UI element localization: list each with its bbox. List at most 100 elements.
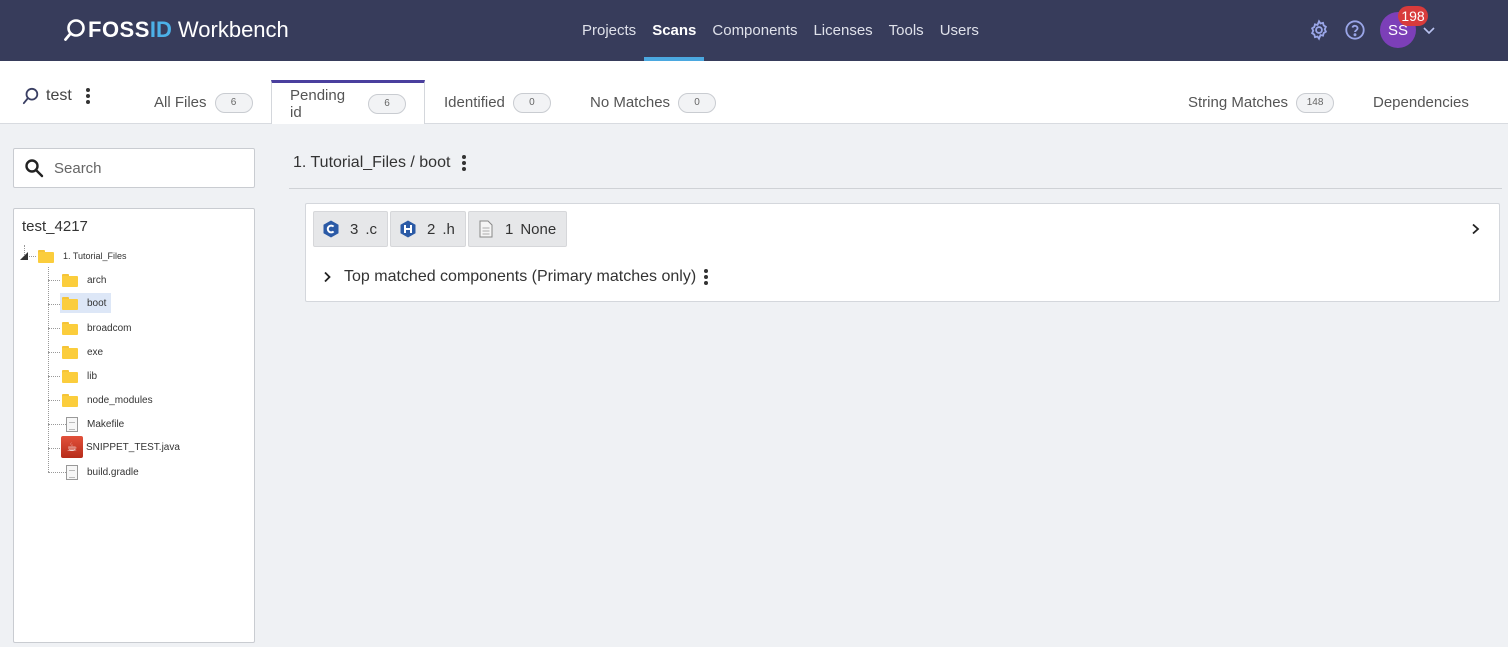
top-matched-components-toggle[interactable]: Top matched components (Primary matches …: [322, 268, 709, 286]
logo-id-text: ID: [149, 17, 172, 42]
nav-users[interactable]: Users: [932, 0, 987, 61]
collapse-toggle-icon[interactable]: [20, 252, 28, 260]
tree-connector: [48, 280, 60, 281]
question-circle-icon[interactable]: [1342, 17, 1368, 43]
tree-node-label: broadcom: [87, 322, 132, 334]
tree-node-label: boot: [84, 295, 110, 311]
tab-label: Dependencies: [1373, 94, 1469, 111]
scan-title: test: [22, 87, 90, 105]
extension-chip-none[interactable]: 1 None: [468, 211, 568, 247]
nav-projects[interactable]: Projects: [574, 0, 644, 61]
scan-search-icon: [22, 87, 39, 105]
tab-count: 0: [678, 92, 717, 113]
extension-name: None: [520, 220, 557, 238]
tab-label: Identified: [444, 94, 505, 111]
tree-connector: [48, 448, 60, 449]
search-icon: [25, 159, 44, 178]
tab-count: 6: [368, 93, 406, 114]
tree-node-label: SNIPPET_TEST.java: [86, 441, 180, 453]
notification-badge: 198: [1398, 6, 1428, 26]
nav-licenses[interactable]: Licenses: [805, 0, 880, 61]
tab-all-files[interactable]: All Files 6: [136, 81, 271, 124]
breadcrumb-menu-kebab-icon[interactable]: [462, 155, 467, 171]
folder-icon: [62, 296, 78, 310]
file-icon: [66, 464, 78, 480]
tree-node-label: exe: [87, 346, 104, 358]
extension-count: 2: [427, 220, 436, 238]
tab-label: Pending id: [290, 86, 346, 121]
tree-connector: [48, 400, 60, 401]
scan-menu-kebab-icon[interactable]: [85, 88, 90, 104]
folder-icon: [62, 369, 78, 383]
tree-root-label[interactable]: test_4217: [22, 218, 88, 235]
main-nav: Projects Scans Components Licenses Tools…: [574, 0, 987, 61]
tree-connector: [48, 376, 60, 377]
folder-icon: [62, 345, 78, 359]
chevron-down-icon[interactable]: [1422, 23, 1436, 37]
tree-file-makefile[interactable]: Makefile: [66, 414, 127, 434]
user-avatar[interactable]: SS 198: [1380, 6, 1428, 48]
tab-label: String Matches: [1188, 94, 1289, 111]
tree-node-label: 1. Tutorial_Files: [63, 251, 127, 261]
file-icon: [66, 416, 78, 432]
nav-tools[interactable]: Tools: [881, 0, 932, 61]
fossid-logo[interactable]: FOSS ID Workbench: [64, 16, 289, 44]
logo-product-text: Workbench: [177, 17, 289, 42]
tree-folder-exe[interactable]: exe: [62, 342, 106, 362]
tree-folder-node-modules[interactable]: node_modules: [62, 390, 156, 410]
tab-count: 148: [1296, 92, 1335, 113]
breadcrumb-path: 1. Tutorial_Files / boot: [293, 154, 451, 171]
breadcrumb: 1. Tutorial_Files / boot: [293, 154, 467, 172]
magnifier-logo-icon: [64, 19, 85, 41]
divider: [289, 188, 1502, 189]
c-language-icon: [322, 220, 340, 238]
tree-node-label: node_modules: [87, 394, 153, 406]
nav-actions: SS 198: [1306, 6, 1436, 50]
folder-summary-card: 3 .c 2 .h 1 None Top matched components …: [305, 203, 1500, 302]
nav-components[interactable]: Components: [704, 0, 805, 61]
gear-icon[interactable]: [1306, 17, 1332, 43]
tab-string-matches[interactable]: String Matches 148: [1170, 81, 1352, 124]
tree-connector: [48, 328, 60, 329]
tree-file-snippet-test-java[interactable]: ☕ SNIPPET_TEST.java: [61, 436, 183, 458]
tab-identified[interactable]: Identified 0: [426, 81, 569, 124]
tree-folder-lib[interactable]: lib: [62, 366, 100, 386]
tree-node-label: Makefile: [87, 418, 125, 430]
document-icon: [477, 220, 495, 238]
logo-foss-text: FOSS: [88, 17, 150, 42]
extension-count: 3: [350, 220, 359, 238]
folder-icon: [62, 273, 78, 287]
tree-node-label: arch: [87, 274, 107, 286]
tree-connector: [48, 267, 49, 472]
tree-connector: [48, 352, 60, 353]
top-matched-menu-kebab-icon[interactable]: [704, 269, 709, 285]
chevron-right-icon[interactable]: [1469, 222, 1481, 236]
nav-scans[interactable]: Scans: [644, 0, 705, 61]
tree-folder-tutorial-files[interactable]: 1. Tutorial_Files: [20, 246, 130, 266]
extension-chip-h[interactable]: 2 .h: [390, 211, 466, 247]
scan-name: test: [46, 87, 72, 104]
extension-chip-c[interactable]: 3 .c: [313, 211, 389, 247]
chevron-right-icon: [324, 271, 331, 283]
tab-dependencies[interactable]: Dependencies: [1355, 81, 1487, 124]
tab-pending-id[interactable]: Pending id 6: [271, 80, 425, 124]
tab-count: 0: [512, 92, 551, 113]
extension-name: .h: [442, 220, 455, 238]
folder-icon: [62, 393, 78, 407]
scan-tabs-bar: test All Files 6 Pending id 6 Identified…: [0, 61, 1508, 124]
tree-connector: [48, 424, 66, 425]
search-input[interactable]: [54, 159, 234, 177]
tree-folder-boot[interactable]: boot: [60, 293, 112, 313]
file-tree: test_4217 1. Tutorial_Files arch boot br…: [13, 208, 255, 643]
tab-label: All Files: [154, 94, 207, 111]
tab-no-matches[interactable]: No Matches 0: [572, 81, 734, 124]
tree-folder-arch[interactable]: arch: [62, 270, 109, 290]
folder-icon: [62, 321, 78, 335]
tree-connector: [48, 472, 66, 473]
file-search[interactable]: [13, 148, 255, 188]
tree-file-build-gradle[interactable]: build.gradle: [66, 462, 142, 482]
extension-name: .c: [365, 220, 378, 238]
header-file-icon: [399, 220, 417, 238]
top-matched-label: Top matched components (Primary matches …: [344, 268, 697, 285]
tree-folder-broadcom[interactable]: broadcom: [62, 318, 134, 338]
